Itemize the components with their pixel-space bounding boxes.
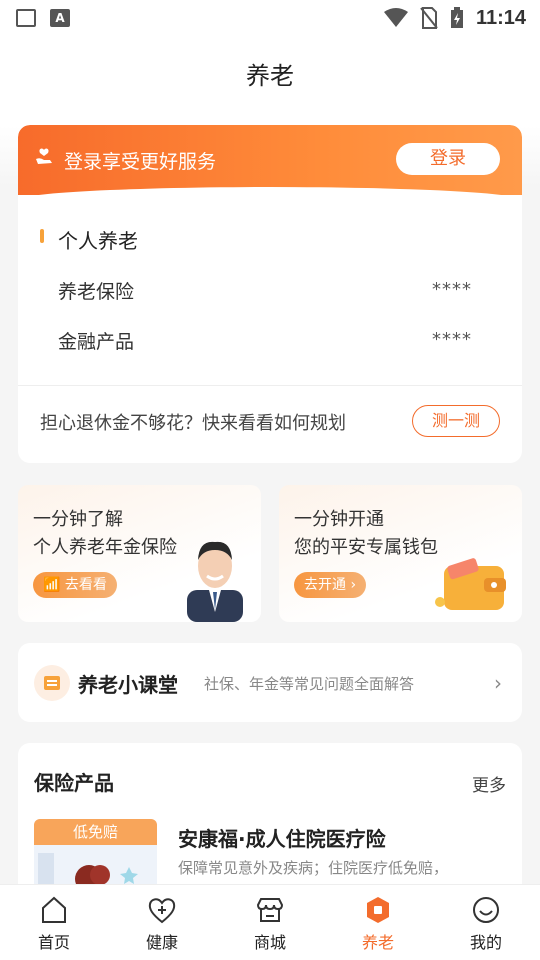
tab-label: 健康 — [145, 933, 178, 952]
login-button[interactable]: 登录 — [396, 143, 500, 175]
promo-line1: 一分钟开通 — [294, 509, 384, 530]
test-button[interactable]: 测一测 — [412, 405, 500, 437]
financial-products-label[interactable]: 金融产品 — [58, 327, 134, 354]
status-bar: A 11:14 — [0, 0, 540, 36]
bottom-tab-bar: 首页 健康 商城 养老 我的 — [0, 884, 540, 960]
classroom-entry[interactable]: 养老小课堂 社保、年金等常见问题全面解答 › — [18, 643, 522, 722]
promo-line1: 一分钟了解 — [33, 509, 123, 530]
activate-button-label: 去开通 — [304, 577, 346, 593]
hand-heart-icon — [36, 148, 52, 164]
more-link[interactable]: 更多 — [472, 771, 506, 796]
no-sim-icon — [420, 7, 438, 29]
pension-icon — [367, 897, 389, 923]
tab-mine[interactable]: 我的 — [432, 885, 540, 960]
chevron-right-icon: › — [350, 577, 357, 593]
product-badge: 低免赔 — [34, 819, 157, 845]
tab-home[interactable]: 首页 — [0, 885, 108, 960]
section-marker — [40, 229, 44, 243]
tab-label: 商城 — [253, 933, 286, 952]
promo-line2: 您的平安专属钱包 — [294, 537, 438, 558]
book-icon — [34, 665, 70, 701]
pension-insurance-label[interactable]: 养老保险 — [58, 277, 134, 304]
login-banner: 登录享受更好服务 登录 — [18, 125, 522, 203]
classroom-title: 养老小课堂 — [78, 673, 178, 697]
person-avatar — [187, 541, 243, 622]
page-title: 养老 — [246, 62, 294, 90]
wallet-promo-card[interactable]: 一分钟开通 您的平安专属钱包 去开通 › — [279, 485, 522, 622]
personal-pension-title: 个人养老 — [58, 229, 138, 253]
financial-products-value: **** — [432, 329, 472, 350]
bar-chart-icon: 📶 — [43, 577, 61, 593]
store-icon — [256, 898, 284, 922]
clock: 11:14 — [475, 6, 526, 29]
view-button-label: 去看看 — [64, 577, 107, 593]
product-desc: 保障常见意外及疾病；住院医疗低免赔， — [178, 859, 449, 877]
tab-label: 养老 — [361, 933, 394, 952]
smile-icon — [473, 897, 499, 923]
pension-insurance-value: **** — [432, 279, 472, 300]
pension-card: 登录享受更好服务 登录 个人养老 养老保险 **** 金融产品 **** 担心退… — [18, 125, 522, 463]
retirement-prompt: 担心退休金不够花？快来看看如何规划 — [40, 413, 346, 434]
tab-label: 首页 — [37, 933, 70, 952]
home-icon — [42, 896, 66, 923]
tab-health[interactable]: 健康 — [108, 885, 216, 960]
activate-button[interactable]: 去开通 › — [294, 572, 367, 598]
classroom-desc: 社保、年金等常见问题全面解答 — [204, 675, 415, 693]
battery-icon — [450, 7, 463, 28]
promo-line2: 个人养老年金保险 — [33, 537, 177, 558]
wallet-icon — [435, 558, 506, 610]
tab-mall[interactable]: 商城 — [216, 885, 324, 960]
login-prompt: 登录享受更好服务 — [64, 151, 217, 173]
divider — [18, 385, 522, 386]
tab-pension[interactable]: 养老 — [324, 885, 432, 960]
product-name[interactable]: 安康福·成人住院医疗险 — [178, 823, 386, 852]
chevron-right-icon: › — [494, 671, 502, 695]
view-button[interactable]: 📶 去看看 — [33, 572, 117, 598]
tab-label: 我的 — [469, 933, 502, 952]
annuity-promo-card[interactable]: 一分钟了解 个人养老年金保险 📶 去看看 — [18, 485, 261, 622]
heart-plus-icon — [148, 898, 176, 924]
a-icon: A — [50, 9, 70, 27]
image-icon — [16, 9, 36, 27]
wifi-icon — [383, 8, 408, 27]
insurance-title: 保险产品 — [34, 771, 114, 795]
